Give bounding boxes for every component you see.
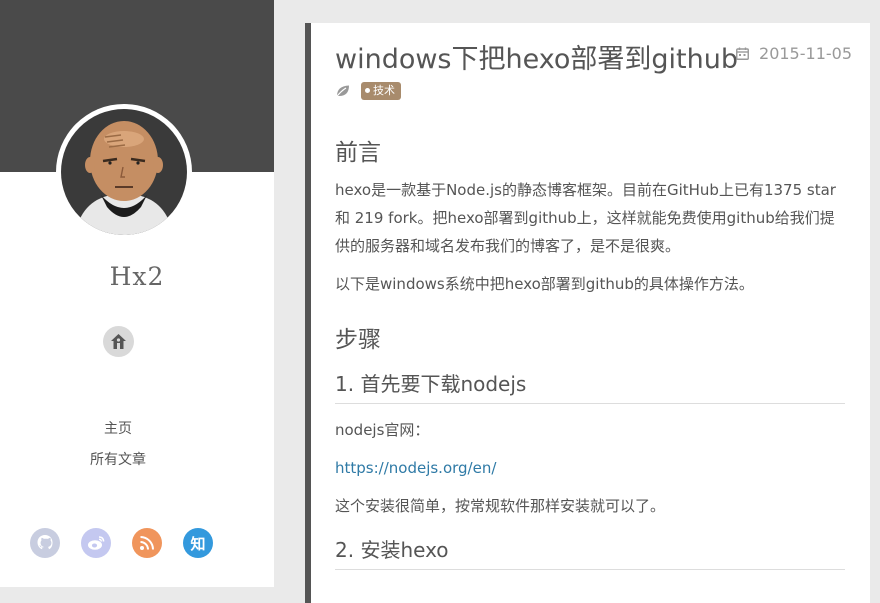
preface-paragraph-1: hexo是一款基于Node.js的静态博客框架。目前在GitHub上已有1375…	[335, 181, 836, 255]
preface-heading: 前言	[335, 140, 381, 166]
preface-paragraph-2: 以下是windows系统中把hexo部署到github的具体操作方法。	[335, 275, 754, 293]
step-1-paragraph-1: nodejs官网：	[335, 421, 430, 439]
post-meta: 技术	[335, 82, 401, 100]
step-1-link-paragraph: https://nodejs.org/en/	[335, 454, 845, 482]
github-icon	[37, 535, 53, 550]
step-1-paragraph-2: 这个安装很简单，按常规软件那样安装就可以了。	[335, 497, 666, 515]
post-tag[interactable]: 技术	[361, 82, 401, 100]
post-date-text: 2015-11-05	[759, 44, 852, 63]
step-2-heading: 2. 安装hexo	[335, 534, 845, 570]
nav-item-all-posts[interactable]: 所有文章	[0, 449, 236, 480]
rss-button[interactable]	[132, 528, 162, 558]
post-title[interactable]: windows下把hexo部署到github	[335, 37, 738, 76]
social-links: 知	[30, 528, 234, 558]
site-name[interactable]: Hx2	[0, 262, 274, 291]
step-1-heading: 1. 首先要下载nodejs	[335, 368, 845, 404]
avatar-image	[61, 109, 187, 235]
post-card: windows下把hexo部署到github 2015-11-05 技术 前言 …	[305, 23, 870, 603]
leaf-icon	[335, 85, 349, 98]
nav-item-home[interactable]: 主页	[0, 418, 236, 449]
home-badge[interactable]	[103, 326, 134, 357]
sidebar: Hx2 主页 所有文章 知	[0, 0, 274, 587]
weibo-icon	[88, 536, 105, 550]
sidebar-nav: 主页 所有文章	[0, 418, 236, 480]
home-icon	[111, 334, 126, 349]
zhihu-icon: 知	[190, 534, 206, 553]
calendar-icon	[736, 47, 749, 60]
github-button[interactable]	[30, 528, 60, 558]
post-date: 2015-11-05	[736, 44, 852, 63]
zhihu-button[interactable]: 知	[183, 528, 213, 558]
rss-icon	[140, 536, 154, 550]
weibo-button[interactable]	[81, 528, 111, 558]
avatar[interactable]	[56, 104, 192, 240]
nodejs-link[interactable]: https://nodejs.org/en/	[335, 459, 496, 477]
steps-heading: 步骤	[335, 327, 381, 353]
post-body: 前言 hexo是一款基于Node.js的静态博客框架。目前在GitHub上已有1…	[335, 133, 845, 582]
